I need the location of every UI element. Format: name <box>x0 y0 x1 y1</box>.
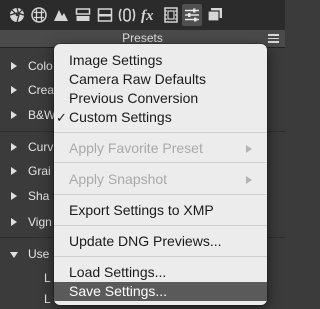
expand-arrow-icon[interactable] <box>11 86 17 94</box>
settings-context-menu: Image Settings Camera Raw Defaults Previ… <box>54 44 267 305</box>
menu-item-label: Load Settings... <box>69 264 167 280</box>
menu-separator <box>54 132 267 133</box>
fx-icon[interactable]: fx <box>140 6 158 24</box>
detail-icon[interactable] <box>96 6 114 24</box>
menu-item-label: Update DNG Previews... <box>69 233 222 249</box>
expand-arrow-icon[interactable] <box>11 192 17 200</box>
preset-group-label: Crea <box>28 83 55 97</box>
preset-item-label: L <box>44 271 51 285</box>
menu-item-save-settings[interactable]: Save Settings... <box>54 282 267 301</box>
film-strip-icon[interactable] <box>162 6 180 24</box>
preset-group-label: Curv <box>28 140 54 154</box>
menu-item-custom-settings[interactable]: ✓ Custom Settings <box>54 108 267 127</box>
submenu-arrow-icon <box>246 145 252 153</box>
menu-separator <box>54 256 267 257</box>
lens-icon[interactable] <box>118 6 136 24</box>
menu-separator <box>54 225 267 226</box>
menu-separator <box>54 194 267 195</box>
menu-item-label: Camera Raw Defaults <box>69 71 206 87</box>
submenu-arrow-icon <box>246 176 252 184</box>
toolbar: fx <box>0 0 285 30</box>
grid-icon[interactable] <box>30 6 48 24</box>
snapshots-icon[interactable] <box>206 6 224 24</box>
preset-group-label: Vign <box>28 215 52 229</box>
expand-arrow-icon[interactable] <box>11 111 17 119</box>
checkmark-icon: ✓ <box>56 110 67 125</box>
preset-group-label: Grai <box>28 164 51 178</box>
expand-arrow-icon[interactable] <box>11 167 17 175</box>
split-tone-icon[interactable] <box>74 6 92 24</box>
menu-item-label: Previous Conversion <box>69 90 199 106</box>
aperture-icon[interactable] <box>8 6 26 24</box>
menu-item-label: Custom Settings <box>69 109 172 125</box>
menu-item-update-dng-previews[interactable]: Update DNG Previews... <box>54 232 267 251</box>
mountains-icon[interactable] <box>52 6 70 24</box>
menu-item-camera-raw-defaults[interactable]: Camera Raw Defaults <box>54 70 267 89</box>
panel-menu-icon[interactable] <box>268 34 279 43</box>
menu-item-load-settings[interactable]: Load Settings... <box>54 263 267 282</box>
menu-item-previous-conversion[interactable]: Previous Conversion <box>54 89 267 108</box>
menu-item-apply-favorite-preset: Apply Favorite Preset <box>54 139 267 158</box>
expand-arrow-icon[interactable] <box>11 143 17 151</box>
menu-item-label: Save Settings... <box>69 283 168 299</box>
menu-item-image-settings[interactable]: Image Settings <box>54 51 267 70</box>
preset-group-label: Sha <box>28 189 50 203</box>
menu-item-label: Apply Snapshot <box>69 171 168 187</box>
collapse-arrow-icon[interactable] <box>10 252 18 258</box>
menu-item-label: Image Settings <box>69 52 163 68</box>
menu-item-apply-snapshot: Apply Snapshot <box>54 170 267 189</box>
menu-item-label: Apply Favorite Preset <box>69 140 203 156</box>
presets-sliders-icon[interactable] <box>182 4 202 26</box>
expand-arrow-icon[interactable] <box>11 218 17 226</box>
menu-item-label: Export Settings to XMP <box>69 202 214 218</box>
menu-separator <box>54 162 267 163</box>
preset-group-label: Colo <box>28 59 53 73</box>
preset-item-label: L <box>44 292 51 306</box>
menu-item-export-settings-to-xmp[interactable]: Export Settings to XMP <box>54 201 267 220</box>
svg-text:fx: fx <box>141 8 154 23</box>
preset-group-label: Use <box>28 247 50 261</box>
expand-arrow-icon[interactable] <box>11 62 17 70</box>
preset-group-label: B&W <box>28 108 56 122</box>
